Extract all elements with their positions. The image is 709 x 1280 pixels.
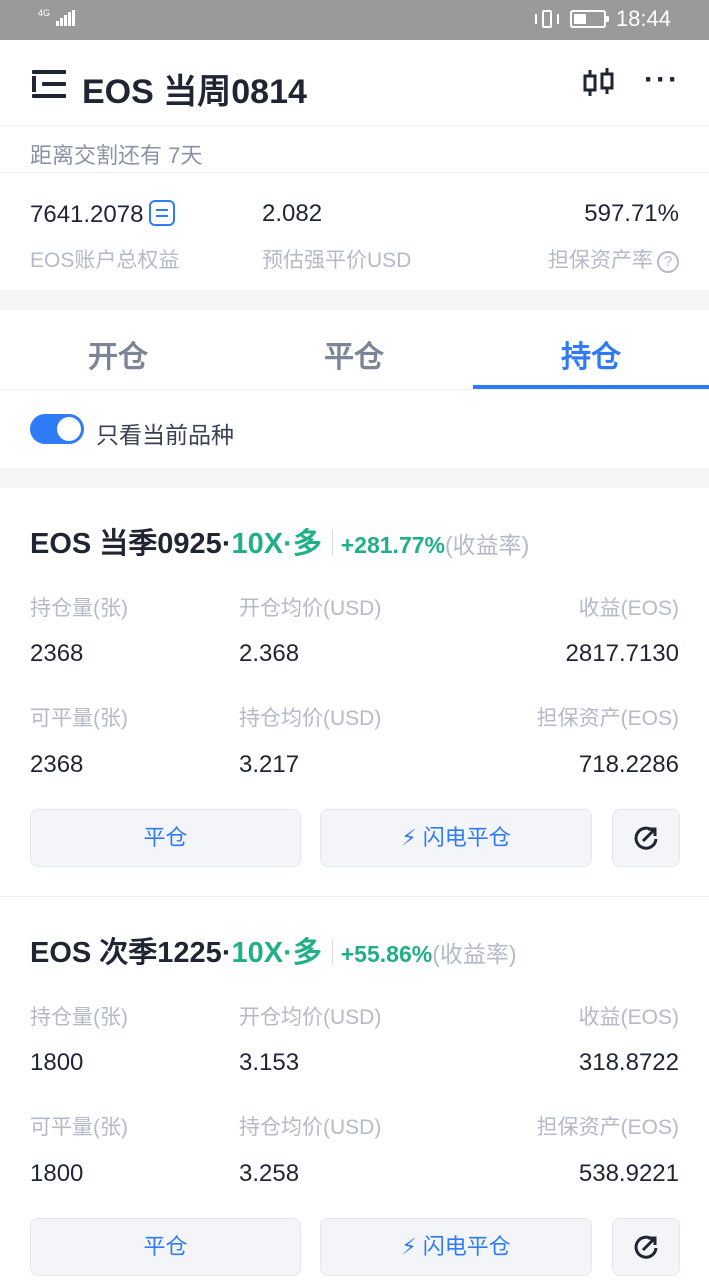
lightning-icon: ⚡ bbox=[401, 825, 417, 850]
hold-avg-label: 持仓均价(USD) bbox=[239, 1116, 382, 1139]
lightning-icon: ⚡ bbox=[401, 1234, 417, 1259]
order-tabs: 开仓 平仓 持仓 bbox=[0, 310, 709, 390]
margin-ratio-label: 担保资产率? bbox=[548, 244, 679, 274]
section-gap bbox=[0, 290, 709, 310]
liquidation-price-label: 预估强平价USD bbox=[262, 249, 412, 272]
position-card: EOS 当季0925·10X·多 +281.77%(收益率) 持仓量(张) 开仓均… bbox=[0, 520, 709, 896]
flash-close-button[interactable]: ⚡ 闪电平仓 bbox=[320, 809, 592, 867]
network-type: 4G bbox=[38, 8, 51, 18]
page-title[interactable]: EOS 当周0814 bbox=[82, 64, 307, 113]
pnl-label: 收益(EOS) bbox=[578, 1006, 679, 1029]
menu-icon[interactable] bbox=[32, 70, 66, 98]
toggle-label: 只看当前品种 bbox=[96, 422, 234, 448]
open-avg-label: 开仓均价(USD) bbox=[239, 597, 382, 620]
total-equity-label: EOS账户总权益 bbox=[30, 249, 180, 272]
close-position-button[interactable]: 平仓 bbox=[30, 1218, 301, 1276]
hold-avg-label: 持仓均价(USD) bbox=[239, 707, 382, 730]
contract-name: EOS 当季0925· bbox=[30, 528, 232, 560]
network-indicator: 4G bbox=[38, 8, 50, 19]
hold-avg-price: 3.258 bbox=[239, 1160, 300, 1187]
pnl-label: 收益(EOS) bbox=[578, 597, 679, 620]
total-equity-value: 7641.2078 bbox=[30, 200, 176, 229]
section-gap bbox=[0, 468, 709, 488]
pnl-value: 318.8722 bbox=[578, 1049, 679, 1076]
flash-close-button[interactable]: ⚡ 闪电平仓 bbox=[320, 1218, 592, 1276]
holding-qty: 1800 bbox=[30, 1049, 84, 1076]
tab-close[interactable]: 平仓 bbox=[236, 332, 472, 376]
help-icon[interactable]: ? bbox=[657, 251, 679, 273]
open-avg-price: 2.368 bbox=[239, 640, 300, 667]
return-rate: +281.77% bbox=[340, 532, 445, 558]
margin-value: 718.2286 bbox=[578, 751, 679, 778]
closable-qty: 1800 bbox=[30, 1160, 84, 1187]
margin-label: 担保资产(EOS) bbox=[536, 707, 679, 730]
position-card: EOS 次季1225·10X·多 +55.86%(收益率) 持仓量(张) 开仓均价… bbox=[0, 929, 709, 1280]
open-avg-label: 开仓均价(USD) bbox=[239, 1006, 382, 1029]
return-rate: +55.86% bbox=[340, 941, 433, 967]
return-rate-label: (收益率) bbox=[444, 532, 530, 558]
reverse-position-button[interactable] bbox=[612, 809, 680, 867]
closable-qty-label: 可平量(张) bbox=[30, 707, 128, 730]
pnl-value: 2817.7130 bbox=[565, 640, 679, 667]
position-header: EOS 当季0925·10X·多 +281.77%(收益率) bbox=[30, 520, 529, 560]
contract-name: EOS 次季1225· bbox=[30, 937, 232, 969]
position-header: EOS 次季1225·10X·多 +55.86%(收益率) bbox=[30, 929, 517, 969]
margin-label: 担保资产(EOS) bbox=[536, 1116, 679, 1139]
vibrate-icon bbox=[534, 9, 560, 29]
current-symbol-toggle[interactable] bbox=[30, 414, 84, 444]
hold-avg-price: 3.217 bbox=[239, 751, 300, 778]
closable-qty-label: 可平量(张) bbox=[30, 1116, 128, 1139]
reverse-icon bbox=[634, 826, 658, 850]
status-bar: 4G 18:44 bbox=[0, 0, 709, 40]
return-rate-label: (收益率) bbox=[432, 941, 517, 967]
holding-qty: 2368 bbox=[30, 640, 84, 667]
tab-open[interactable]: 开仓 bbox=[0, 332, 236, 376]
active-tab-indicator bbox=[473, 385, 709, 389]
holding-qty-label: 持仓量(张) bbox=[30, 1006, 128, 1029]
battery-icon bbox=[569, 10, 609, 28]
holding-qty-label: 持仓量(张) bbox=[30, 597, 128, 620]
margin-ratio-value: 597.71% bbox=[584, 200, 679, 227]
leverage-direction: 10X·多 bbox=[231, 528, 322, 560]
tab-positions[interactable]: 持仓 bbox=[473, 332, 709, 376]
reverse-position-button[interactable] bbox=[612, 1218, 680, 1276]
margin-value: 538.9221 bbox=[578, 1160, 679, 1187]
app-header: EOS 当周0814 ··· bbox=[0, 40, 709, 126]
close-position-button[interactable]: 平仓 bbox=[30, 809, 301, 867]
delivery-countdown: 距离交割还有 7天 bbox=[30, 143, 203, 168]
signal-icon bbox=[56, 10, 75, 26]
reverse-icon bbox=[634, 1235, 658, 1259]
closable-qty: 2368 bbox=[30, 751, 84, 778]
more-options-icon[interactable]: ··· bbox=[644, 65, 682, 96]
divider bbox=[0, 172, 709, 173]
clock: 18:44 bbox=[615, 6, 671, 31]
open-avg-price: 3.153 bbox=[239, 1049, 300, 1076]
liquidation-price-value: 2.082 bbox=[262, 200, 323, 227]
leverage-direction: 10X·多 bbox=[231, 937, 322, 969]
candlestick-chart-icon[interactable] bbox=[582, 66, 616, 100]
divider bbox=[0, 896, 709, 897]
transfer-icon[interactable] bbox=[149, 200, 176, 226]
